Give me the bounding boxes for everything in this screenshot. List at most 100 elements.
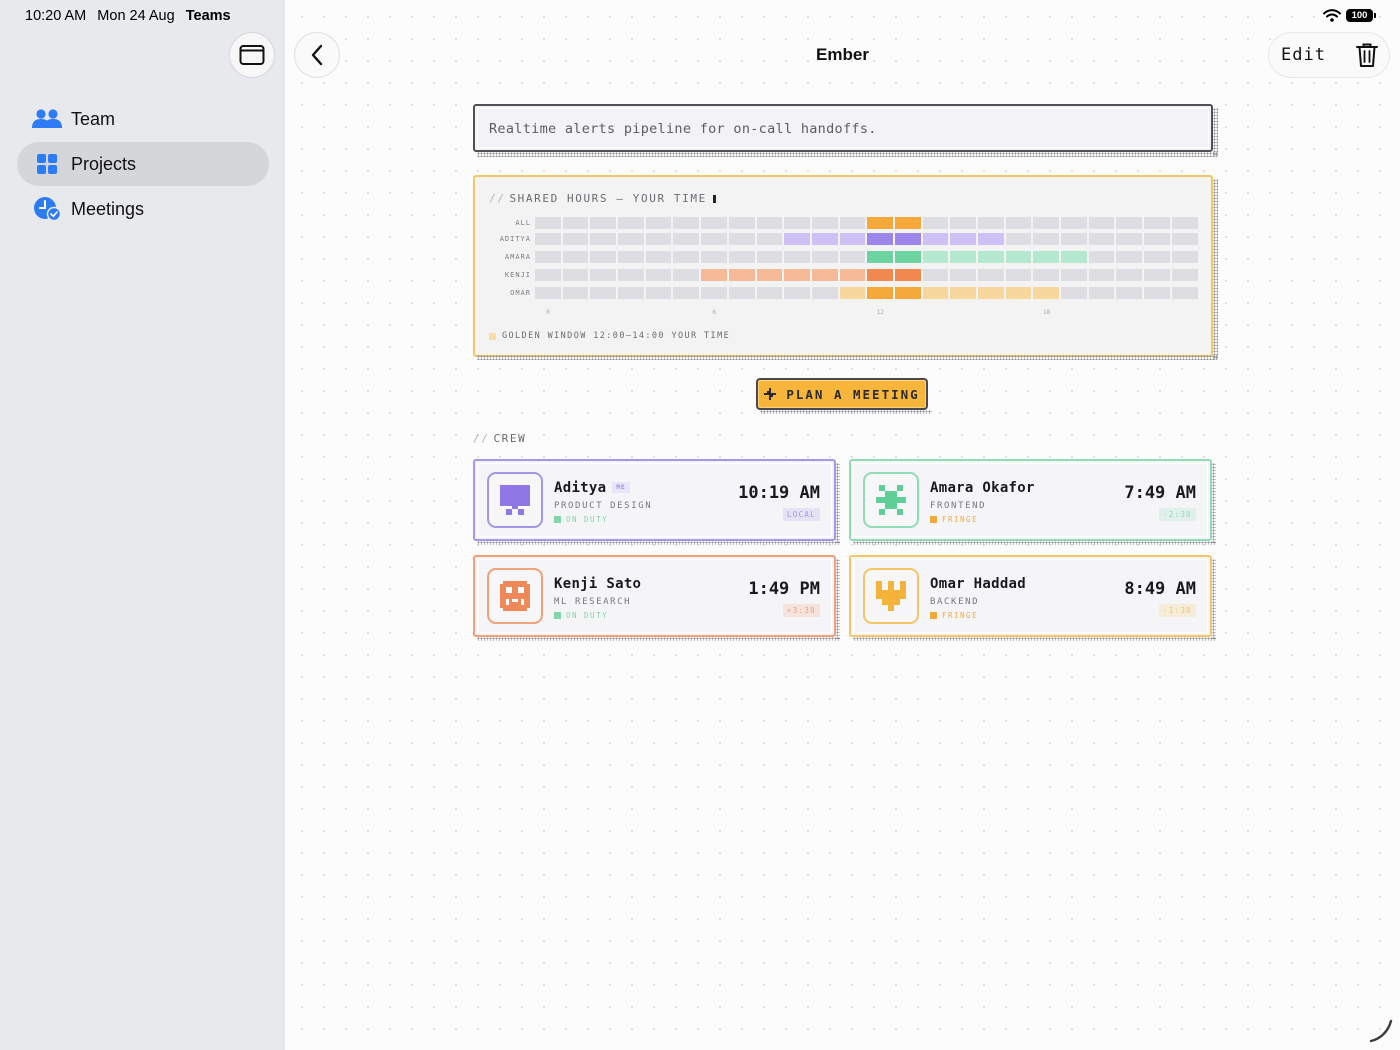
hour-cell <box>756 233 783 245</box>
hour-cell <box>673 269 700 281</box>
hour-cell <box>950 233 976 245</box>
crew-card-kenji[interactable]: Kenji Sato ML RESEARCH ON DUTY 1:49 PM +… <box>473 555 836 637</box>
hour-cell <box>756 287 783 299</box>
member-status: ON DUTY <box>554 611 608 620</box>
hour-cell <box>1144 233 1170 245</box>
hour-cell <box>1088 287 1115 299</box>
member-name: Omar Haddad <box>930 576 1027 592</box>
crew-card-aditya[interactable]: Aditya ME PRODUCT DESIGN ON DUTY 10:19 AM… <box>473 459 836 541</box>
sidebar: 10:20 AM Mon 24 Aug Teams Team Projects … <box>0 0 285 1050</box>
hour-cell <box>1061 217 1087 229</box>
hour-cell <box>1171 251 1198 263</box>
avatar-aditya <box>487 472 543 528</box>
sparkle-icon <box>764 388 777 400</box>
hours-row-label: ALL <box>515 219 531 227</box>
golden-window-legend: GOLDEN WINDOW 12:00–14:00 YOUR TIME <box>489 331 730 341</box>
hour-cell <box>1171 233 1198 245</box>
hour-cell <box>590 251 617 263</box>
hour-cell <box>1116 217 1143 229</box>
hour-cell <box>618 233 644 245</box>
crew-card-omar[interactable]: Omar Haddad BACKEND FRINGE 8:49 AM -1:30 <box>849 555 1212 637</box>
hour-cell <box>1116 233 1143 245</box>
sidebar-item-team[interactable]: Team <box>17 97 269 141</box>
card-shadow <box>477 637 840 641</box>
edit-button[interactable]: Edit <box>1281 45 1326 65</box>
hour-cell <box>673 217 700 229</box>
hour-cell <box>978 251 1004 263</box>
top-actions-group: Edit <box>1268 32 1390 78</box>
member-name: Kenji Sato <box>554 576 642 592</box>
member-offset-badge: -1:30 <box>1158 604 1196 617</box>
hour-cell <box>673 287 700 299</box>
hour-cell <box>562 217 589 229</box>
hour-cell <box>1171 269 1198 281</box>
status-dot <box>930 516 937 523</box>
status-dot <box>930 612 937 619</box>
hour-cell <box>562 269 589 281</box>
hour-cell <box>1171 287 1198 299</box>
hours-tick-label: 18 <box>1042 309 1051 316</box>
hour-cell <box>894 251 921 263</box>
sidebar-item-meetings[interactable]: Meetings <box>17 187 269 231</box>
hour-cell <box>756 269 783 281</box>
crew-card-amara[interactable]: Amara Okafor FRONTEND FRINGE 7:49 AM -2:… <box>849 459 1212 541</box>
hour-cell <box>618 251 644 263</box>
delete-button[interactable] <box>1355 42 1379 73</box>
hour-cell <box>867 233 893 245</box>
hour-cell <box>950 251 976 263</box>
hour-cell <box>839 217 866 229</box>
status-dot <box>554 612 561 619</box>
hour-cell <box>1033 269 1060 281</box>
member-local-time: 1:49 PM <box>748 579 820 599</box>
resize-handle-icon[interactable] <box>1368 1018 1394 1044</box>
hour-cell <box>590 233 617 245</box>
hour-cell <box>1005 233 1032 245</box>
hour-cell <box>784 287 810 299</box>
hour-cell <box>701 269 727 281</box>
sidebar-icon <box>239 45 265 65</box>
hour-cell <box>645 251 672 263</box>
pixel-trident-icon <box>876 581 906 611</box>
hour-cell <box>839 233 866 245</box>
hour-cell <box>1144 287 1170 299</box>
member-local-time: 10:19 AM <box>738 483 820 503</box>
hour-cell <box>618 269 644 281</box>
shared-hours-card: //SHARED HOURS — YOUR TIME ALL ADITYA AMAR… <box>473 175 1213 357</box>
shared-hours-title-text: SHARED HOURS — YOUR TIME <box>509 192 707 205</box>
hour-cell <box>839 287 866 299</box>
hour-cell <box>535 269 561 281</box>
sidebar-toggle-button[interactable] <box>229 32 275 78</box>
hours-tick-label: 12 <box>876 309 885 316</box>
hour-cell <box>645 269 672 281</box>
hour-cell <box>1061 251 1087 263</box>
hour-cell <box>701 287 727 299</box>
hour-cell <box>922 251 949 263</box>
hour-cell <box>562 233 589 245</box>
hour-cell <box>839 269 866 281</box>
member-role: PRODUCT DESIGN <box>554 501 653 511</box>
member-status: FRINGE <box>930 515 978 524</box>
hour-cell <box>535 217 561 229</box>
hour-cell <box>1088 269 1115 281</box>
plan-meeting-button[interactable]: PLAN A MEETING <box>756 378 928 410</box>
hour-cell <box>1005 269 1032 281</box>
member-status-text: ON DUTY <box>566 515 609 524</box>
hour-cell <box>673 251 700 263</box>
crew-section-label: //CREW <box>473 432 526 445</box>
hour-cell <box>1005 287 1032 299</box>
hours-cells <box>535 269 1198 281</box>
sidebar-item-projects[interactable]: Projects <box>17 142 269 186</box>
hour-cell <box>1005 251 1032 263</box>
card-shadow-side <box>836 559 840 639</box>
hour-cell <box>535 251 561 263</box>
project-description: Realtime alerts pipeline for on-call han… <box>473 104 1213 152</box>
hour-cell <box>728 251 755 263</box>
hour-cell <box>950 269 976 281</box>
hour-cell <box>1171 217 1198 229</box>
clock-check-icon <box>31 196 63 222</box>
hour-cell <box>867 287 893 299</box>
plan-meeting-label: PLAN A MEETING <box>786 386 920 402</box>
hours-row-all: ALL <box>489 217 1198 229</box>
hours-axis: 0 6 12 18 <box>535 309 1199 319</box>
hour-cell <box>1144 217 1170 229</box>
